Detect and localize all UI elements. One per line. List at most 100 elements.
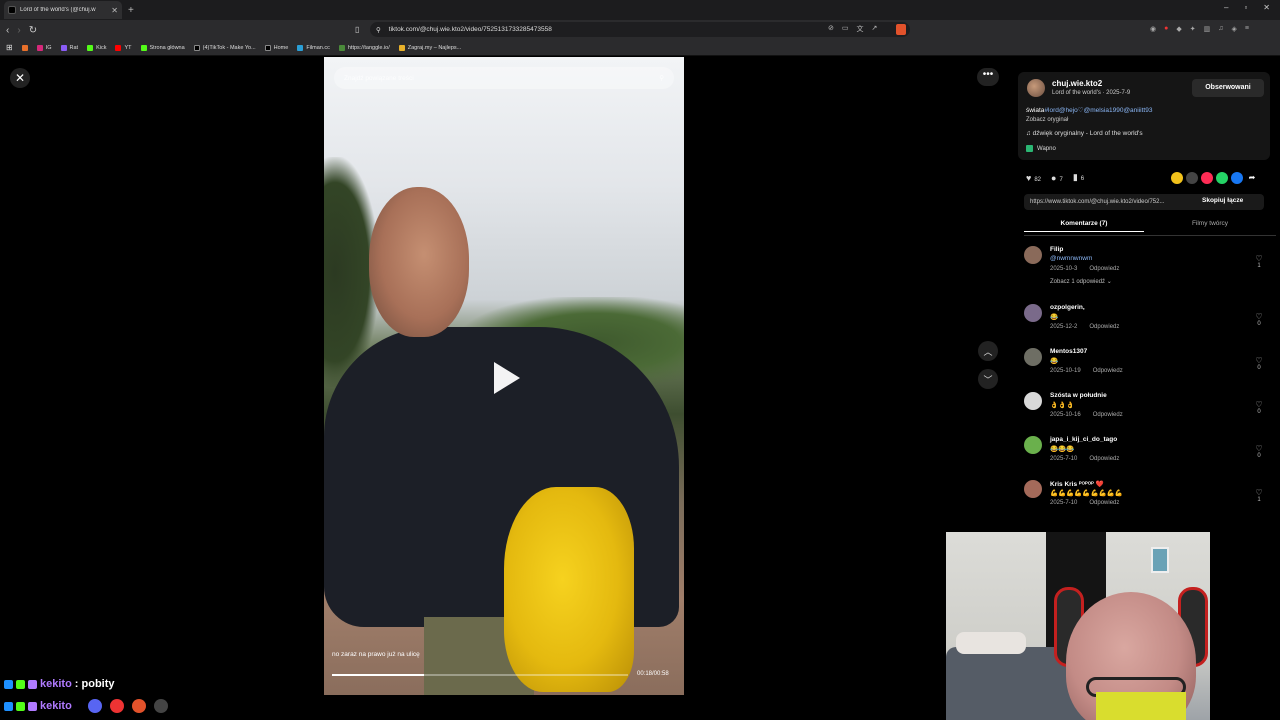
copy-link-button[interactable]: Skopiuj łącze [1202, 197, 1243, 204]
play-icon[interactable] [494, 362, 520, 394]
progress-bar[interactable] [332, 674, 628, 676]
wallet-icon[interactable]: ◈ [1231, 25, 1236, 33]
save-button[interactable]: ▮ 6 [1073, 172, 1084, 183]
comment-button[interactable]: ● 7 [1051, 173, 1063, 183]
sidebar-icon[interactable]: ▥ [1204, 25, 1211, 33]
comment-user[interactable]: Mentos1307 [1050, 348, 1087, 355]
tab-comments[interactable]: Komentarze (7) [1024, 220, 1144, 232]
previous-video-button[interactable]: ︿ [978, 341, 998, 361]
progress-fill [332, 674, 424, 676]
cast-icon[interactable]: ▭ [842, 24, 849, 34]
comment-user[interactable]: Kris Kris ᴾᴼᴾᴼᴾ ❤️ [1050, 480, 1104, 488]
facebook-icon[interactable] [1231, 172, 1243, 184]
comment-user[interactable]: japa_i_kij_ci_do_tago [1050, 436, 1117, 443]
share-arrow-icon[interactable]: ➦ [1246, 172, 1258, 184]
like-button[interactable]: ♥ 82 [1026, 173, 1041, 183]
close-icon: ✕ [14, 71, 26, 85]
bookmark-item[interactable]: IG [36, 44, 52, 51]
minimize-icon[interactable]: – [1224, 3, 1228, 12]
menu-icon[interactable]: ≡ [1245, 25, 1249, 33]
tab-close-icon[interactable]: ✕ [111, 6, 118, 15]
comment-like-button[interactable]: ♡ 1 [1252, 254, 1266, 269]
brave-icon[interactable] [132, 699, 146, 713]
video-player[interactable]: Znajdź powiązane treści ⚲ no zaraz na pr… [324, 57, 684, 695]
site-info-icon[interactable]: ⚲ [376, 26, 381, 34]
forward-icon[interactable]: › [17, 25, 20, 36]
extension-icon[interactable]: ◆ [1176, 25, 1181, 33]
bookmark-icon[interactable]: ▯ [355, 25, 359, 34]
location-link[interactable]: Wapno [1026, 145, 1056, 152]
bookmark-item[interactable]: YT [115, 44, 132, 51]
maximize-icon[interactable]: ▫ [1244, 3, 1247, 12]
apps-icon[interactable]: ⊞ [6, 43, 13, 52]
comment-text: @nwmnwnwm [1050, 255, 1093, 262]
bookmark-item[interactable]: Home [264, 44, 288, 51]
more-options-button[interactable]: ••• [977, 68, 999, 86]
music-icon[interactable]: ♫ [1218, 25, 1223, 33]
comment-user[interactable]: Filip [1050, 246, 1063, 253]
bookmark-item[interactable]: (4)TikTok - Make Yo... [193, 44, 256, 51]
bookmark-item[interactable]: Rat [60, 44, 78, 51]
embed-icon[interactable] [1186, 172, 1198, 184]
reply-button[interactable]: Odpowiedz [1089, 324, 1119, 330]
browser-tab[interactable]: Lord of the world's (@chuj.w ✕ [4, 1, 122, 19]
sound-link[interactable]: ♫ dźwięk oryginalny - Lord of the world'… [1026, 130, 1143, 137]
send-icon[interactable] [1201, 172, 1213, 184]
comment-user[interactable]: ozpolgerin, [1050, 304, 1085, 311]
description-tags[interactable]: #lord@hejo♡@melsia1990@aniiitt93 [1044, 107, 1152, 114]
bookmark-item[interactable]: https://tanggle.io/ [338, 44, 390, 51]
avatar[interactable] [1024, 304, 1042, 322]
friends-share-icon[interactable] [1171, 172, 1183, 184]
comment-meta: 2025-7-10 Odpowiedz [1050, 500, 1131, 506]
avatar[interactable] [1024, 348, 1042, 366]
reply-button[interactable]: Odpowiedz [1089, 500, 1119, 506]
comment-user[interactable]: Szósta w południe [1050, 392, 1107, 399]
back-icon[interactable]: ‹ [6, 25, 9, 36]
reply-button[interactable]: Odpowiedz [1089, 266, 1119, 272]
bookmark-item[interactable]: Kick [87, 44, 106, 51]
whatsapp-icon[interactable] [1216, 172, 1228, 184]
creator-avatar[interactable] [1027, 79, 1045, 97]
bookmark-item[interactable]: Zagraj.my – Najleps... [398, 44, 461, 51]
puzzle-icon[interactable]: ✦ [1190, 25, 1196, 33]
extension-icon[interactable]: ◉ [1150, 25, 1156, 33]
view-replies-link[interactable]: Zobacz 1 odpowiedź ⌄ [1050, 278, 1112, 285]
tab-creator-videos[interactable]: Filmy twórcy [1150, 220, 1270, 227]
reload-icon[interactable]: ↻ [29, 25, 37, 36]
extension-icon[interactable]: ● [1164, 25, 1168, 33]
new-tab-button[interactable]: + [128, 5, 134, 16]
heart-outline-icon: ♡ [1255, 488, 1263, 497]
mute-icon[interactable]: ⊘ [828, 24, 834, 34]
comment-like-button[interactable]: ♡ 0 [1252, 356, 1266, 371]
bookmark-item[interactable] [21, 44, 28, 51]
app-icon[interactable] [110, 699, 124, 713]
window-close-icon[interactable]: ✕ [1263, 3, 1270, 12]
comment-like-button[interactable]: ♡ 0 [1252, 312, 1266, 327]
related-search-input[interactable]: Znajdź powiązane treści ⚲ [334, 67, 674, 89]
follow-button[interactable]: Obserwowani [1192, 79, 1264, 97]
translate-icon[interactable]: 文 [857, 24, 864, 34]
share-icon[interactable]: ↗ [872, 24, 878, 34]
obs-icon[interactable] [154, 699, 168, 713]
avatar[interactable] [1024, 392, 1042, 410]
bookmark-item[interactable]: Strona główna [140, 44, 185, 51]
heart-outline-icon: ♡ [1255, 312, 1263, 321]
reply-button[interactable]: Odpowiedz [1089, 456, 1119, 462]
discord-icon[interactable] [88, 699, 102, 713]
close-video-button[interactable]: ✕ [10, 68, 30, 88]
chat-badge-icon [28, 679, 37, 689]
reply-button[interactable]: Odpowiedz [1093, 368, 1123, 374]
avatar[interactable] [1024, 480, 1042, 498]
comment-like-button[interactable]: ♡ 0 [1252, 400, 1266, 415]
search-icon[interactable]: ⚲ [659, 74, 664, 82]
bookmark-item[interactable]: Filman.cc [297, 44, 330, 51]
comment-like-button[interactable]: ♡ 1 [1252, 488, 1266, 503]
brave-shield-icon[interactable] [896, 24, 906, 35]
comment-like-button[interactable]: ♡ 0 [1252, 444, 1266, 459]
reply-button[interactable]: Odpowiedz [1093, 412, 1123, 418]
avatar[interactable] [1024, 436, 1042, 454]
avatar[interactable] [1024, 246, 1042, 264]
see-original-link[interactable]: Zobacz oryginał [1026, 117, 1068, 123]
creator-name[interactable]: chuj.wie.kto2 [1052, 79, 1102, 88]
next-video-button[interactable]: ﹀ [978, 369, 998, 389]
